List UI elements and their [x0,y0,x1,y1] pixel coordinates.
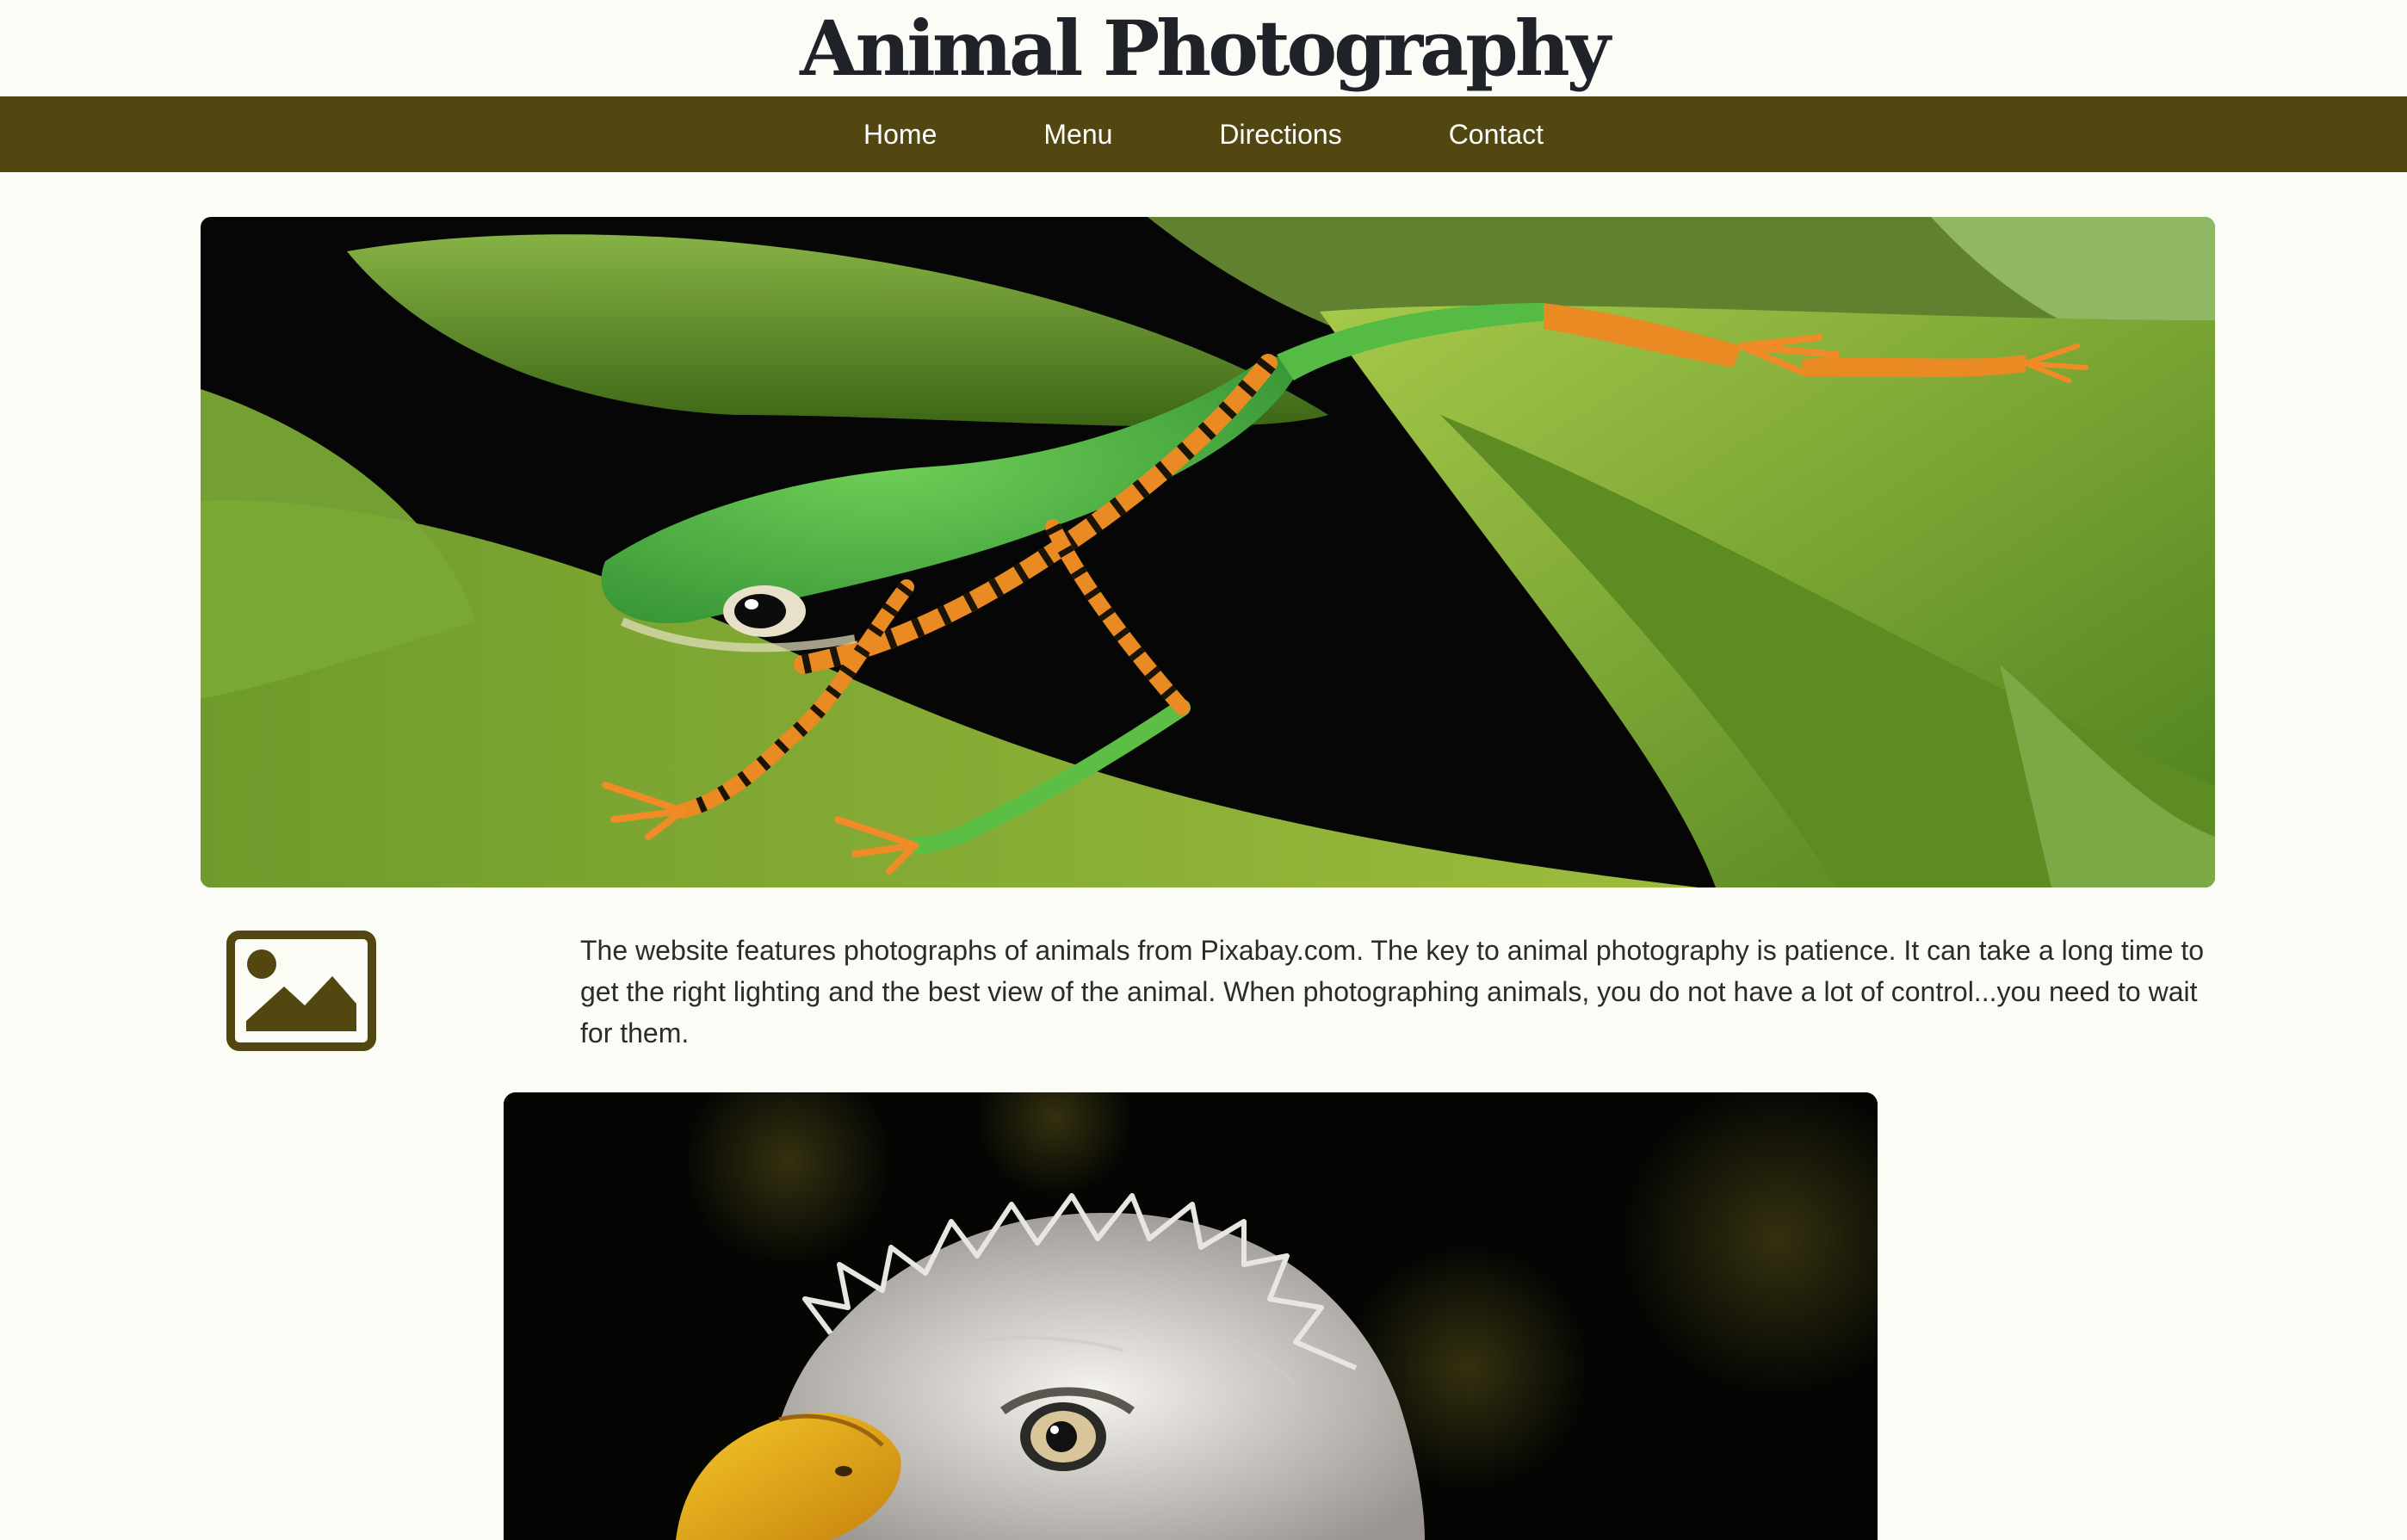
intro-text: The website features photographs of anim… [580,935,2205,1048]
image-icon [226,931,376,1051]
site-header: Animal Photography [0,0,2407,96]
main-nav: Home Menu Directions Contact [0,96,2407,172]
nav-home-link[interactable]: Home [810,119,990,151]
nav-contact-link[interactable]: Contact [1395,119,1597,151]
nav-menu-link[interactable]: Menu [990,119,1166,151]
site-title: Animal Photography [800,3,1611,93]
nav-directions-link[interactable]: Directions [1166,119,1395,151]
eagle-photo [504,1092,1878,1540]
eagle-image [504,1092,1878,1540]
intro-section: The website features photographs of anim… [226,930,2206,1054]
frog-photo [201,217,2215,888]
hero-frog-image [201,217,2215,888]
